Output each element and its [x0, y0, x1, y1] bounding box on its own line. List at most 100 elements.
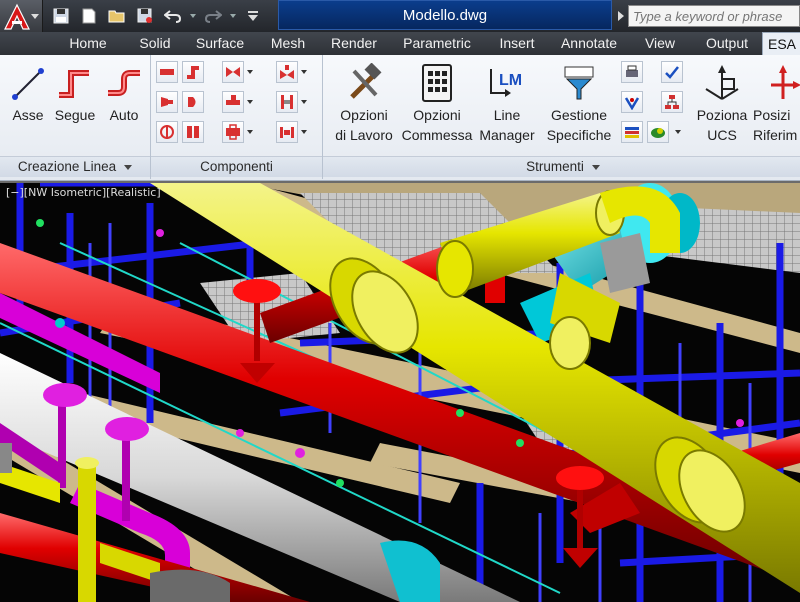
- tool-check-button[interactable]: [661, 61, 683, 83]
- tee-dropdown[interactable]: [245, 91, 255, 113]
- reference-icon: [771, 65, 800, 99]
- component-elbow-button[interactable]: [182, 61, 204, 83]
- actuated-valve-dropdown[interactable]: [299, 61, 309, 83]
- tab-mesh[interactable]: Mesh: [262, 32, 314, 55]
- panel-title-strumenti[interactable]: Strumenti: [323, 156, 800, 177]
- tool-print-button[interactable]: [621, 61, 643, 83]
- search-input[interactable]: [628, 5, 800, 27]
- viewport-controls-label[interactable]: [−][NW Isometric][Realistic]: [6, 186, 161, 199]
- tool-hierarchy-button[interactable]: [661, 91, 683, 113]
- line-manager-button[interactable]: LM Line Manager: [473, 61, 541, 145]
- panel-componenti: Componenti: [151, 55, 323, 179]
- customize-toolbar-button[interactable]: [240, 4, 266, 28]
- chevron-down-icon: [31, 14, 39, 19]
- poziona-ucs-button[interactable]: Poziona UCS: [693, 61, 751, 145]
- tab-surface[interactable]: Surface: [188, 32, 252, 55]
- save-icon: [53, 8, 69, 24]
- tab-parametric[interactable]: Parametric: [394, 32, 480, 55]
- search-expand-button[interactable]: [614, 6, 628, 26]
- tool-render-button[interactable]: [647, 121, 669, 143]
- component-blind-button[interactable]: [182, 121, 204, 143]
- actuated-valve-icon: [280, 65, 294, 79]
- posizi-riferim-label-1: Posizi: [753, 107, 791, 123]
- axis-line-icon: [12, 68, 44, 100]
- tool-validate-button[interactable]: [621, 91, 643, 113]
- poziona-ucs-label-1: Poziona: [696, 107, 748, 123]
- line-manager-icon: LM: [490, 69, 522, 97]
- poziona-ucs-label-2: UCS: [707, 127, 737, 143]
- segue-label: Segue: [54, 107, 96, 123]
- chevron-down-icon: [301, 70, 307, 74]
- component-cap-button[interactable]: [182, 91, 204, 113]
- check-valve-icon: [226, 124, 240, 140]
- opzioni-commessa-button[interactable]: Opzioni Commessa: [399, 61, 475, 145]
- hierarchy-icon: [665, 95, 679, 109]
- drawing-viewport[interactable]: [−][NW Isometric][Realistic]: [0, 181, 800, 602]
- component-valve-button[interactable]: [222, 61, 244, 83]
- redo-icon: [204, 10, 222, 23]
- render-dropdown[interactable]: [673, 121, 683, 143]
- redo-button[interactable]: [200, 4, 226, 28]
- component-support-button[interactable]: [276, 121, 298, 143]
- printer-icon: [626, 65, 638, 77]
- ucs-icon: [705, 65, 739, 100]
- document-title: Modello.dwg: [278, 0, 612, 30]
- autocad-logo-icon: [4, 3, 30, 30]
- component-tee-button[interactable]: [222, 91, 244, 113]
- flange-dropdown[interactable]: [299, 91, 309, 113]
- flag-icon: [625, 127, 639, 138]
- auto-route-icon: [108, 70, 140, 96]
- checkmark-icon: [665, 66, 679, 79]
- component-gasket-button[interactable]: [156, 121, 178, 143]
- ribbon-tabs: Home Solid Surface Mesh Render Parametri…: [0, 32, 800, 55]
- posizi-riferim-button[interactable]: Posizi Riferim: [753, 61, 800, 145]
- save-as-button[interactable]: [132, 4, 158, 28]
- panel-title-componenti: Componenti: [151, 156, 322, 177]
- tab-home[interactable]: Home: [56, 32, 120, 55]
- auto-button[interactable]: Auto: [102, 61, 146, 125]
- component-reducer-button[interactable]: [156, 91, 178, 113]
- quick-access-toolbar: [48, 4, 266, 28]
- check-valve-dropdown[interactable]: [245, 121, 255, 143]
- undo-button[interactable]: [160, 4, 186, 28]
- asse-button[interactable]: Asse: [6, 61, 50, 125]
- spec-manager-icon: [564, 66, 594, 100]
- tab-solid[interactable]: Solid: [128, 32, 182, 55]
- asse-label: Asse: [12, 107, 44, 123]
- tab-esa[interactable]: ESA: [762, 32, 800, 55]
- undo-icon: [164, 10, 182, 23]
- chevron-down-icon: [675, 130, 681, 134]
- valve-dropdown[interactable]: [245, 61, 255, 83]
- tab-view[interactable]: View: [636, 32, 684, 55]
- panel-strumenti: Opzioni di Lavoro Opzioni Commessa LM Li…: [323, 55, 800, 179]
- chevron-down-icon: [247, 70, 253, 74]
- undo-dropdown[interactable]: [188, 4, 198, 28]
- open-button[interactable]: [104, 4, 130, 28]
- new-file-button[interactable]: [76, 4, 102, 28]
- panel-title-creazione-linea[interactable]: Creazione Linea: [0, 156, 150, 177]
- chevron-down-icon: [301, 130, 307, 134]
- segue-button[interactable]: Segue: [52, 61, 98, 125]
- tab-insert[interactable]: Insert: [489, 32, 545, 55]
- component-actuated-valve-button[interactable]: [276, 61, 298, 83]
- gestione-specifiche-button[interactable]: Gestione Specifiche: [541, 61, 617, 145]
- tab-annotate[interactable]: Annotate: [552, 32, 626, 55]
- open-folder-icon: [108, 10, 125, 23]
- auto-label: Auto: [109, 107, 139, 123]
- component-check-valve-button[interactable]: [222, 121, 244, 143]
- chevron-down-icon: [247, 100, 253, 104]
- save-button[interactable]: [48, 4, 74, 28]
- tab-render[interactable]: Render: [322, 32, 386, 55]
- tab-output[interactable]: Output: [696, 32, 758, 55]
- customize-icon: [248, 11, 258, 21]
- reducer-icon: [161, 97, 173, 107]
- component-flange-button[interactable]: [276, 91, 298, 113]
- validate-icon: [624, 97, 640, 110]
- support-dropdown[interactable]: [299, 121, 309, 143]
- chevron-down-icon: [591, 164, 600, 170]
- redo-dropdown[interactable]: [228, 4, 238, 28]
- opzioni-lavoro-button[interactable]: Opzioni di Lavoro: [327, 61, 401, 145]
- svg-text:LM: LM: [499, 72, 522, 89]
- tool-flag-button[interactable]: [621, 121, 643, 143]
- component-pipe-button[interactable]: [156, 61, 178, 83]
